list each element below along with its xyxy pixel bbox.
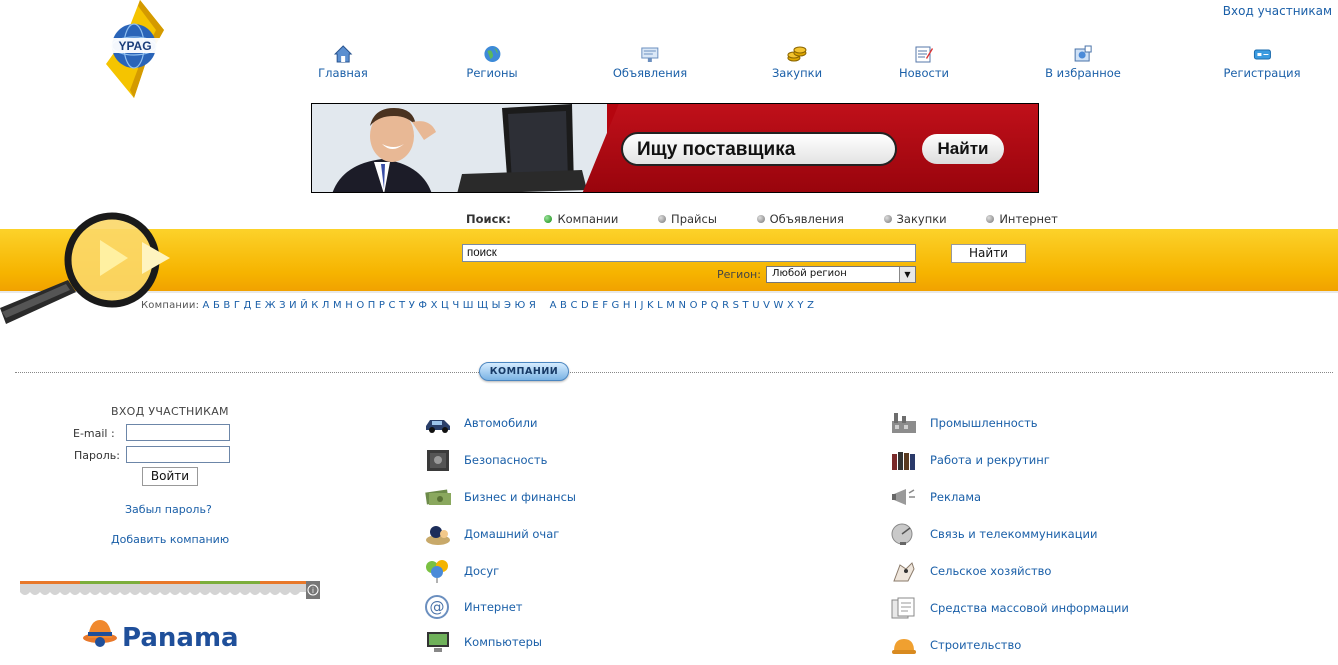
- site-logo[interactable]: YPAG: [100, 0, 172, 98]
- company-alphabet: Компании: А Б В Г Д Е Ж З И Й К Л М Н О …: [141, 300, 814, 311]
- farm-icon: [893, 562, 915, 582]
- forgot-password-link[interactable]: Забыл пароль?: [125, 503, 212, 516]
- computer-icon: [427, 632, 449, 652]
- search-input[interactable]: [462, 244, 916, 262]
- email-label: E-mail :: [73, 427, 115, 440]
- globe-icon: [483, 46, 500, 62]
- region-label: Регион:: [717, 268, 761, 281]
- safe-icon: [427, 450, 449, 471]
- radio-icon: [883, 215, 892, 223]
- home-icon: [333, 45, 353, 63]
- registration-icon: [1253, 49, 1271, 60]
- nav-home[interactable]: Главная: [318, 44, 368, 80]
- nav-announcements[interactable]: Объявления: [613, 44, 687, 80]
- nav-favorites-label: В избранное: [1045, 66, 1121, 80]
- svg-text:i: i: [312, 587, 314, 595]
- coins-icon: [787, 46, 807, 62]
- nav-regions-label: Регионы: [466, 66, 518, 80]
- banner-photo: [312, 104, 607, 192]
- search-type-selector: Поиск: Компании Прайсы Объявления Закупк…: [466, 212, 1094, 226]
- car-icon: [426, 420, 450, 433]
- login-form-title: ВХОД УЧАСТНИКАМ: [111, 405, 229, 418]
- partner-logo[interactable]: Panama: [82, 614, 252, 654]
- radio-icon: [658, 215, 667, 223]
- add-company-link[interactable]: Добавить компанию: [111, 533, 229, 546]
- favorites-icon: [1074, 45, 1092, 62]
- news-icon: [915, 46, 933, 63]
- nav-home-label: Главная: [318, 66, 368, 80]
- radio-icon: [986, 215, 995, 223]
- svg-text:@: @: [430, 598, 445, 616]
- balloons-icon: [426, 560, 448, 583]
- partner-logo-text: Panama: [122, 623, 239, 653]
- password-field[interactable]: [126, 446, 230, 463]
- at-sign-icon: @: [425, 595, 449, 619]
- home-hearth-icon: [426, 526, 450, 545]
- region-select[interactable]: Любой регион ▼: [766, 266, 916, 283]
- login-submit-button[interactable]: Войти: [142, 467, 198, 486]
- announcements-icon: [641, 47, 659, 62]
- magnifier-icon: [0, 212, 180, 332]
- login-link[interactable]: Вход участникам: [1223, 4, 1332, 18]
- nav-news-label: Новости: [899, 66, 949, 80]
- ad-banner[interactable]: Ищу поставщика Найти: [311, 103, 1039, 193]
- nav-favorites[interactable]: В избранное: [1045, 44, 1121, 80]
- hardhat-icon: [892, 639, 916, 654]
- alphabet-latin-links[interactable]: A B C D E F G H I J K L M N O P Q R S T …: [550, 300, 815, 311]
- alphabet-cyrillic-links[interactable]: А Б В Г Д Е Ж З И Й К Л М Н О П Р С Т У …: [203, 300, 537, 311]
- nav-purchases-label: Закупки: [771, 66, 823, 80]
- search-submit-button[interactable]: Найти: [951, 244, 1026, 263]
- money-icon: [425, 489, 451, 505]
- radio-icon: [756, 215, 765, 223]
- search-option-companies[interactable]: Компании: [544, 212, 618, 226]
- megaphone-icon: [892, 489, 915, 505]
- partner-strip: i: [20, 581, 320, 599]
- search-label: Поиск:: [466, 212, 511, 226]
- nav-announcements-label: Объявления: [612, 66, 688, 80]
- logo-text: YPAG: [118, 39, 151, 53]
- email-field[interactable]: [126, 424, 230, 441]
- section-divider: [15, 372, 1333, 373]
- chevron-down-icon[interactable]: ▼: [899, 267, 915, 282]
- search-option-internet[interactable]: Интернет: [986, 212, 1058, 226]
- region-select-value: Любой регион: [772, 268, 847, 279]
- nav-registration-label: Регистрация: [1223, 66, 1301, 80]
- section-title-companies: КОМПАНИИ: [479, 362, 569, 381]
- nav-registration[interactable]: Регистрация: [1223, 44, 1301, 80]
- people-icon: [892, 452, 915, 470]
- radio-selected-icon: [544, 215, 553, 223]
- banner-search-field: Ищу поставщика: [621, 132, 897, 166]
- nav-purchases[interactable]: Закупки: [772, 44, 822, 80]
- search-option-purchases[interactable]: Закупки: [883, 212, 947, 226]
- nav-news[interactable]: Новости: [899, 44, 949, 80]
- newspapers-icon: [891, 597, 915, 619]
- nav-regions[interactable]: Регионы: [466, 44, 518, 80]
- search-option-prices[interactable]: Прайсы: [658, 212, 717, 226]
- alphabet-label: Компании:: [141, 300, 200, 311]
- search-option-announcements[interactable]: Объявления: [756, 212, 844, 226]
- banner-find-button[interactable]: Найти: [922, 134, 1004, 164]
- factory-icon: [892, 413, 916, 433]
- password-label: Пароль:: [74, 449, 120, 462]
- satellite-dish-icon: [891, 523, 913, 545]
